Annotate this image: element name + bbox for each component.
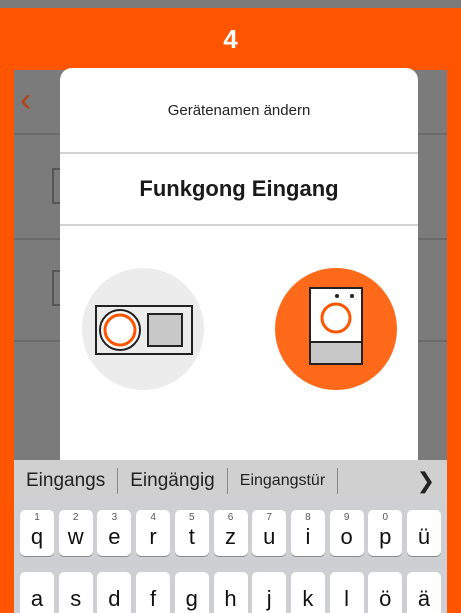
key-f[interactable]: f xyxy=(136,572,171,613)
key-s[interactable]: s xyxy=(58,572,93,613)
key-q[interactable]: 1q xyxy=(20,510,54,556)
key-t[interactable]: 5t xyxy=(174,510,209,556)
key-alt-label: 6 xyxy=(227,512,234,523)
key-label: h xyxy=(224,586,237,611)
dialog-title: Gerätenamen ändern xyxy=(167,102,311,119)
key-label: k xyxy=(302,586,314,611)
key-label: j xyxy=(266,586,272,611)
icon-option-radio-doorbell[interactable] xyxy=(82,268,204,390)
device-name-input[interactable]: Funkgong Eingang xyxy=(60,154,418,224)
key-l[interactable]: l xyxy=(329,572,364,613)
keyboard-suggestion-bar: Eingangs Eingängig Eingangstür ❯ xyxy=(14,460,447,502)
key-ö[interactable]: ö xyxy=(368,572,403,613)
key-e[interactable]: 3e xyxy=(97,510,132,556)
key-alt-label: 3 xyxy=(111,512,118,523)
key-label: o xyxy=(340,524,353,549)
key-i[interactable]: 8i xyxy=(290,510,325,556)
key-alt-label: 1 xyxy=(34,512,40,523)
key-label: e xyxy=(108,524,121,549)
key-g[interactable]: g xyxy=(174,572,209,613)
chevron-right-icon[interactable]: ❯ xyxy=(405,468,447,494)
suggestion-divider xyxy=(337,468,339,494)
key-label: g xyxy=(185,586,198,611)
key-label: i xyxy=(305,524,311,549)
key-label: p xyxy=(379,524,392,549)
key-w[interactable]: 2w xyxy=(58,510,93,556)
key-alt-label: 5 xyxy=(189,512,195,523)
key-label: a xyxy=(30,586,44,611)
step-number: 4 xyxy=(223,24,238,54)
key-label: w xyxy=(67,524,84,549)
key-alt-label: 4 xyxy=(150,512,156,523)
key-p[interactable]: 0p xyxy=(368,510,403,556)
key-k[interactable]: k xyxy=(290,572,325,613)
key-alt-label: 9 xyxy=(343,512,350,523)
rename-device-dialog: Gerätenamen ändern Funkgong Eingang xyxy=(60,68,418,460)
key-label: u xyxy=(263,524,276,549)
key-label: ä xyxy=(417,586,431,611)
key-label: z xyxy=(225,524,236,549)
key-label: s xyxy=(70,586,82,611)
back-chevron-icon[interactable]: ‹ xyxy=(20,80,31,120)
key-label: f xyxy=(150,586,157,611)
radio-doorbell-icon xyxy=(95,305,193,355)
key-label: d xyxy=(108,586,121,611)
key-label: t xyxy=(188,524,195,549)
key-ü[interactable]: ü xyxy=(407,510,441,556)
key-r[interactable]: 4r xyxy=(136,510,171,556)
key-d[interactable]: d xyxy=(97,572,132,613)
divider xyxy=(60,224,418,226)
key-label: r xyxy=(149,524,157,549)
key-alt-label: 0 xyxy=(382,512,389,523)
key-u[interactable]: 7u xyxy=(252,510,287,556)
key-label: ö xyxy=(379,586,392,611)
chime-icon xyxy=(309,287,363,365)
key-z[interactable]: 6z xyxy=(213,510,248,556)
key-h[interactable]: h xyxy=(213,572,248,613)
step-banner: 4 xyxy=(0,8,461,70)
key-alt-label: 2 xyxy=(72,512,79,523)
key-ä[interactable]: ä xyxy=(407,572,441,613)
suggestion-2[interactable]: Eingängig xyxy=(118,470,227,492)
soft-keyboard: 1q2w3e4r5t6z7u8i9o0pü asdfghjklöä xyxy=(14,502,447,613)
key-label: l xyxy=(344,586,350,611)
key-a[interactable]: a xyxy=(20,572,54,613)
suggestion-1[interactable]: Eingangs xyxy=(14,470,117,492)
key-alt-label: 8 xyxy=(305,512,311,523)
key-label: q xyxy=(30,524,44,549)
key-alt-label: 7 xyxy=(266,512,272,523)
key-j[interactable]: j xyxy=(252,572,287,613)
key-o[interactable]: 9o xyxy=(329,510,364,556)
key-label: ü xyxy=(417,524,431,549)
suggestion-3[interactable]: Eingangstür xyxy=(228,472,337,490)
icon-option-chime[interactable] xyxy=(275,268,397,390)
